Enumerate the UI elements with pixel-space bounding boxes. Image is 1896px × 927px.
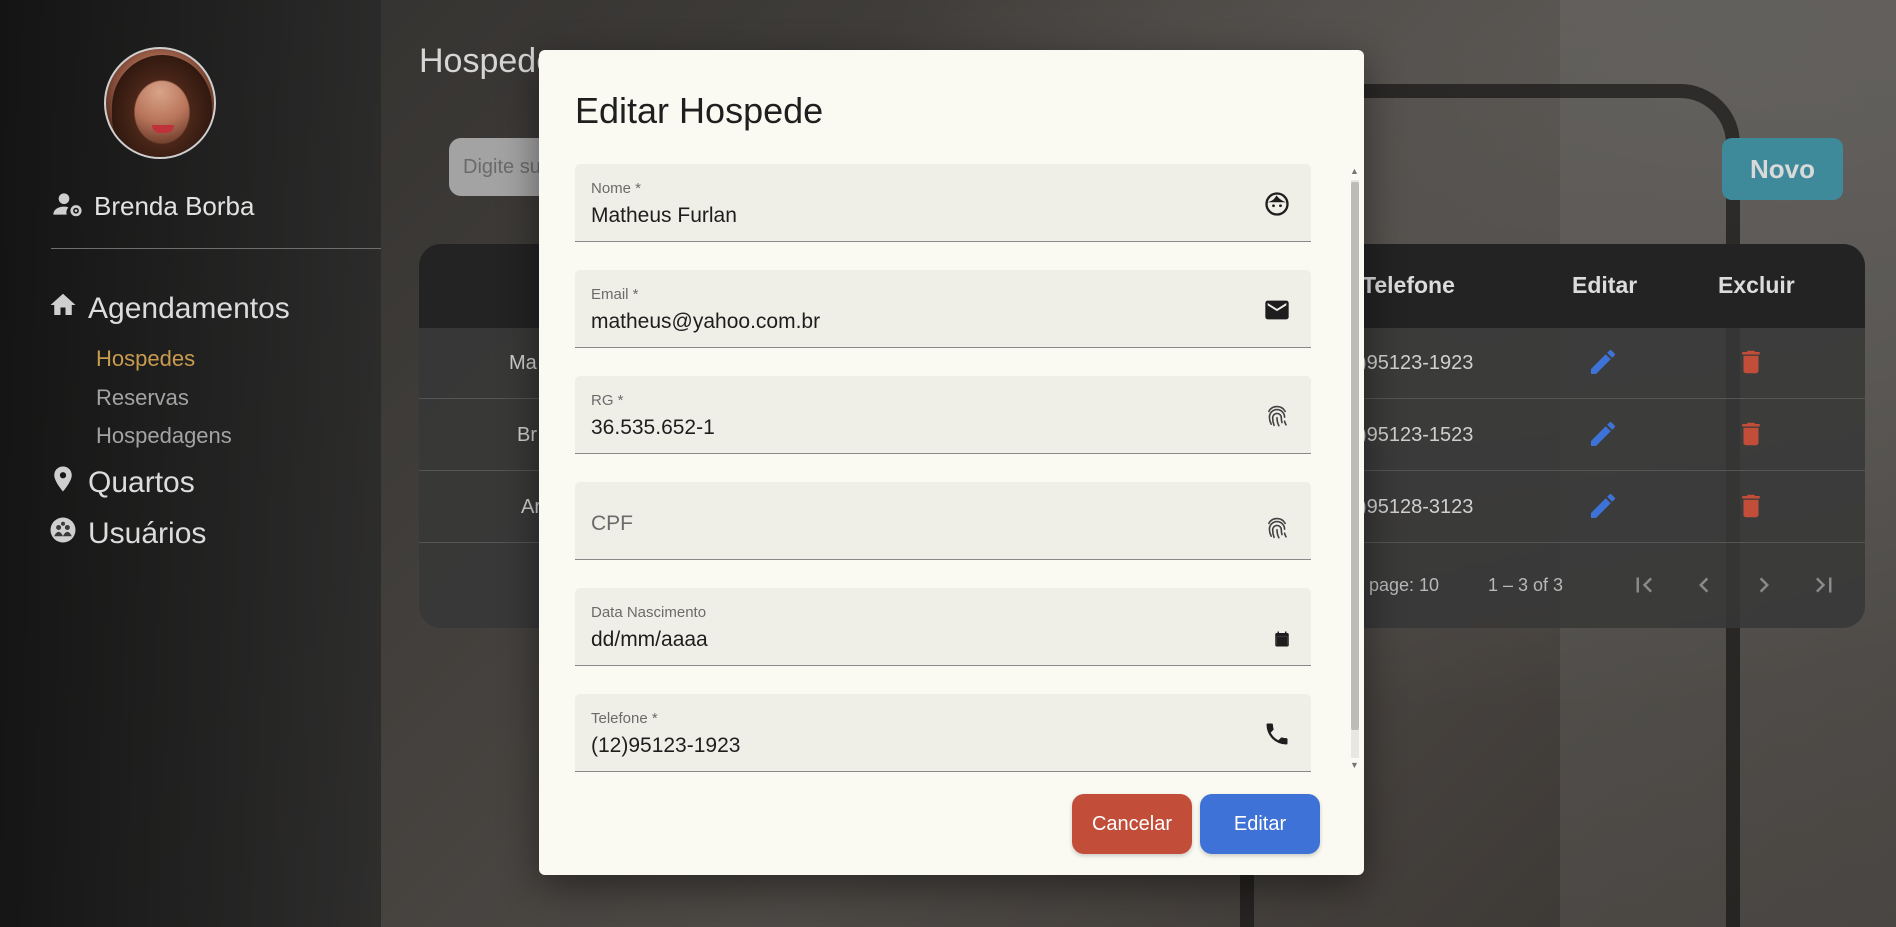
- table-cell-name: Ma: [509, 352, 537, 374]
- sidebar-item-reservas[interactable]: Reservas: [96, 385, 189, 411]
- rg-field-value[interactable]: 36.535.652-1: [591, 416, 715, 440]
- user-info: Brenda Borba: [52, 188, 254, 225]
- phone-field[interactable]: Telefone * (12)95123-1923: [575, 694, 1311, 772]
- calendar-icon[interactable]: [1273, 630, 1291, 648]
- table-cell-phone: )95128-3123: [1360, 496, 1474, 518]
- birthdate-field-value[interactable]: dd/mm/aaaa: [591, 628, 708, 652]
- cancel-button[interactable]: Cancelar: [1072, 794, 1192, 854]
- name-field-label: Nome *: [591, 180, 642, 197]
- scroll-thumb[interactable]: [1351, 182, 1359, 730]
- birthdate-field[interactable]: Data Nascimento dd/mm/aaaa: [575, 588, 1311, 666]
- name-field[interactable]: Nome * Matheus Furlan: [575, 164, 1311, 242]
- sidebar: Brenda Borba Agendamentos Hospedes Reser…: [0, 0, 381, 927]
- face-icon: [1263, 190, 1291, 218]
- column-header-telefone[interactable]: Telefone: [1362, 272, 1455, 299]
- column-header-excluir: Excluir: [1718, 272, 1795, 298]
- table-cell-name: Ar: [521, 496, 541, 518]
- sidebar-item-usuarios[interactable]: Usuários: [48, 515, 206, 553]
- page-title: Hospede: [419, 42, 556, 80]
- table-cell-phone: )95123-1923: [1360, 352, 1474, 374]
- name-field-value[interactable]: Matheus Furlan: [591, 204, 737, 228]
- sidebar-item-label: Quartos: [88, 466, 195, 499]
- sidebar-item-agendamentos[interactable]: Agendamentos: [48, 290, 290, 328]
- email-field-value[interactable]: matheus@yahoo.com.br: [591, 310, 820, 334]
- column-header-editar: Editar: [1572, 272, 1638, 298]
- email-field[interactable]: Email * matheus@yahoo.com.br: [575, 270, 1311, 348]
- fingerprint-icon: [1263, 514, 1291, 542]
- scroll-up-arrow-icon[interactable]: ▲: [1350, 166, 1359, 176]
- home-icon: [48, 290, 78, 328]
- location-pin-icon: [48, 464, 78, 502]
- fingerprint-icon: [1263, 402, 1291, 430]
- edit-guest-dialog: Editar Hospede Nome * Matheus Furlan Ema…: [539, 50, 1364, 875]
- scroll-down-arrow-icon[interactable]: ▼: [1350, 760, 1359, 770]
- rows-per-page-label[interactable]: r page: 10: [1358, 575, 1439, 596]
- cpf-field-placeholder[interactable]: CPF: [591, 512, 633, 536]
- phone-icon: [1263, 720, 1291, 748]
- sidebar-item-quartos[interactable]: Quartos: [48, 464, 195, 502]
- birthdate-field-label: Data Nascimento: [591, 604, 707, 621]
- table-cell-name: Br: [517, 424, 537, 446]
- dialog-scrollbar[interactable]: ▲ ▼: [1348, 166, 1360, 772]
- dialog-form-scroll[interactable]: Nome * Matheus Furlan Email * matheus@ya…: [575, 164, 1311, 772]
- rg-field[interactable]: RG * 36.535.652-1: [575, 376, 1311, 454]
- new-guest-button[interactable]: Novo: [1722, 138, 1843, 200]
- delete-trash-icon[interactable]: [1736, 418, 1766, 450]
- email-field-label: Email *: [591, 286, 639, 303]
- edit-pencil-icon[interactable]: [1587, 346, 1619, 378]
- dialog-title: Editar Hospede: [575, 90, 824, 131]
- avatar: [104, 47, 216, 159]
- users-group-icon: [48, 515, 78, 553]
- sidebar-item-hospedagens[interactable]: Hospedagens: [96, 423, 232, 449]
- edit-pencil-icon[interactable]: [1587, 490, 1619, 522]
- cpf-field[interactable]: CPF: [575, 482, 1311, 560]
- edit-pencil-icon[interactable]: [1587, 418, 1619, 450]
- delete-trash-icon[interactable]: [1736, 490, 1766, 522]
- table-cell-phone: )95123-1523: [1360, 424, 1474, 446]
- delete-trash-icon[interactable]: [1736, 346, 1766, 378]
- sidebar-item-label: Usuários: [88, 517, 207, 550]
- last-page-icon[interactable]: [1809, 570, 1839, 600]
- sidebar-item-hospedes[interactable]: Hospedes: [96, 346, 195, 372]
- sidebar-item-label: Agendamentos: [88, 292, 290, 325]
- mail-icon: [1263, 296, 1291, 324]
- phone-field-value[interactable]: (12)95123-1923: [591, 734, 740, 758]
- pagination-range: 1 – 3 of 3: [1488, 575, 1564, 595]
- previous-page-icon[interactable]: [1689, 570, 1719, 600]
- first-page-icon[interactable]: [1629, 570, 1659, 600]
- rg-field-label: RG *: [591, 392, 624, 409]
- phone-field-label: Telefone *: [591, 710, 658, 727]
- user-name: Brenda Borba: [94, 191, 255, 221]
- edit-submit-button[interactable]: Editar: [1200, 794, 1320, 854]
- sidebar-divider: [51, 248, 381, 249]
- user-gear-icon: [52, 188, 84, 225]
- next-page-icon[interactable]: [1749, 570, 1779, 600]
